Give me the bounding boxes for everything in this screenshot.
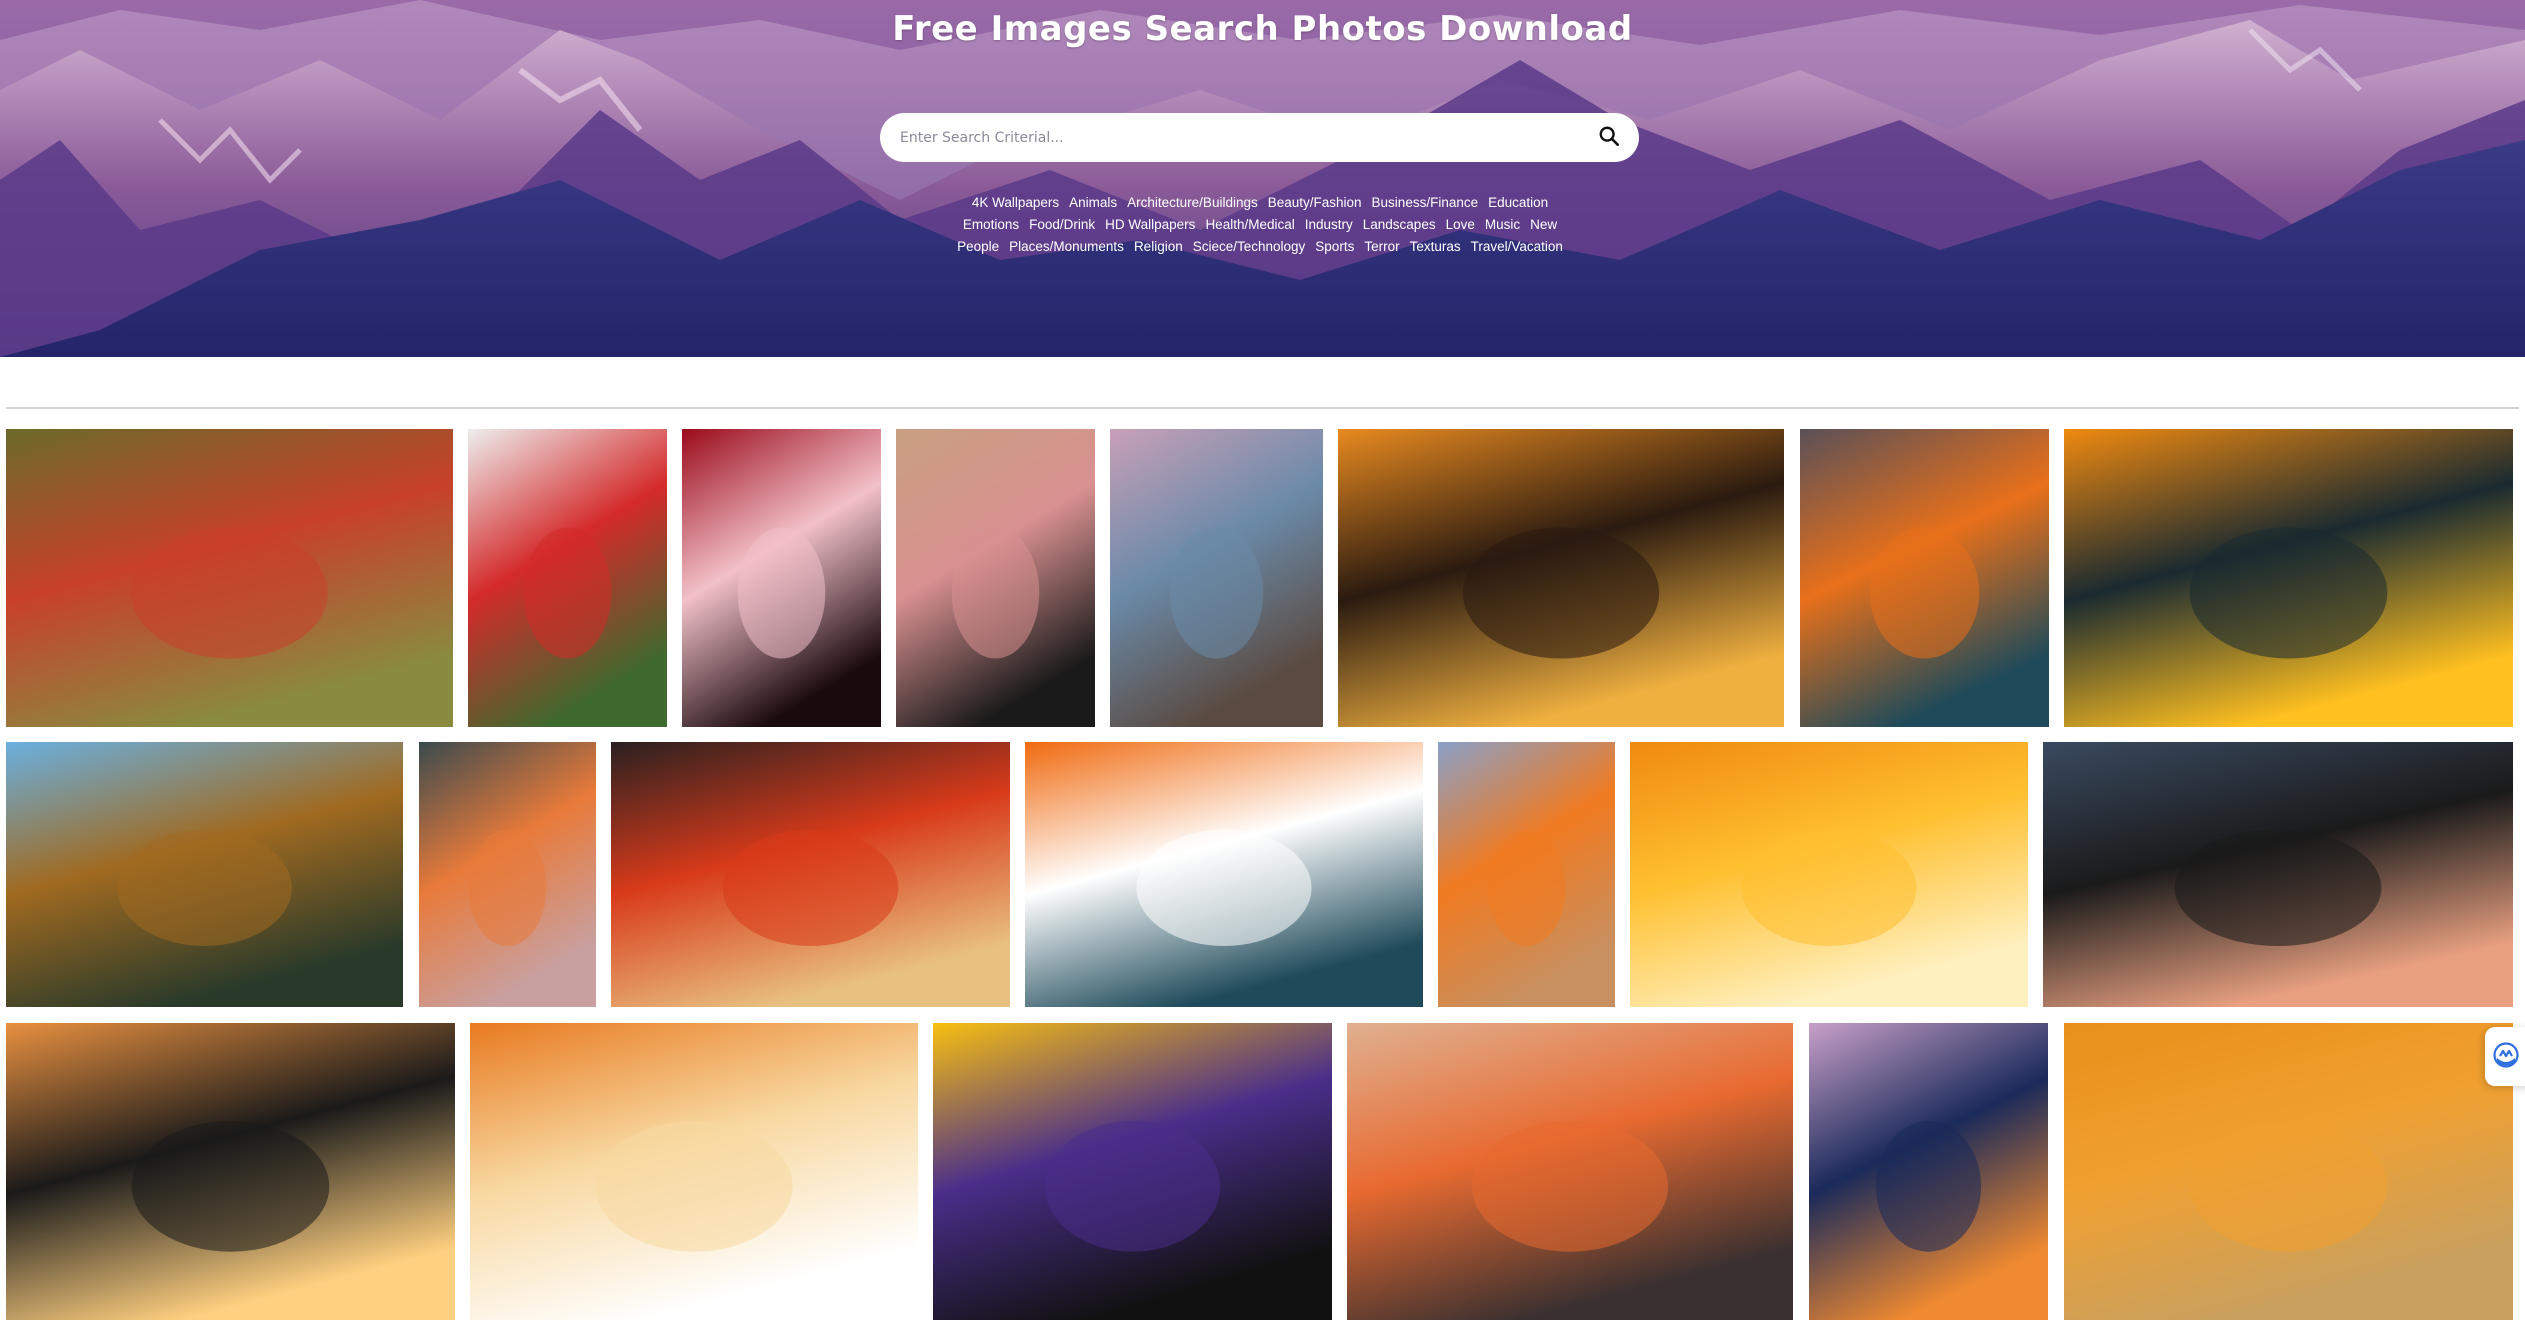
photo-thumbnail[interactable] <box>682 429 881 727</box>
category-link[interactable]: HD Wallpapers <box>1105 214 1195 236</box>
photo-image <box>1438 742 1615 1007</box>
photo-thumbnail[interactable] <box>1800 429 2049 727</box>
category-link[interactable]: Places/Monuments <box>1009 236 1124 258</box>
photo-image <box>611 742 1010 1007</box>
photo-image <box>682 429 881 727</box>
photo-thumbnail[interactable] <box>896 429 1095 727</box>
search-button[interactable] <box>1579 113 1639 162</box>
photo-image <box>1630 742 2028 1007</box>
section-divider <box>6 407 2519 409</box>
category-link[interactable]: Beauty/Fashion <box>1268 192 1362 214</box>
photo-image <box>1800 429 2049 727</box>
category-link[interactable]: Food/Drink <box>1029 214 1095 236</box>
photo-thumbnail[interactable] <box>1025 742 1423 1007</box>
photo-thumbnail[interactable] <box>1347 1023 1793 1320</box>
photo-thumbnail[interactable] <box>2064 1023 2513 1320</box>
category-link[interactable]: Travel/Vacation <box>1471 236 1563 258</box>
photo-thumbnail[interactable] <box>933 1023 1332 1320</box>
photo-image <box>2043 742 2513 1007</box>
photo-image <box>1347 1023 1793 1320</box>
photo-thumbnail[interactable] <box>6 429 453 727</box>
search-form <box>880 113 1639 162</box>
search-icon <box>1598 125 1620 150</box>
photo-thumbnail[interactable] <box>2043 742 2513 1007</box>
photo-image <box>1338 429 1784 727</box>
photo-image <box>1809 1023 2048 1320</box>
photo-image <box>419 742 596 1007</box>
photo-image <box>6 1023 455 1320</box>
photo-thumbnail[interactable] <box>1809 1023 2048 1320</box>
site-title: Free Images Search Photos Download <box>892 9 1633 49</box>
photo-image <box>470 1023 918 1320</box>
category-link[interactable]: Emotions <box>963 214 1019 236</box>
photo-thumbnail[interactable] <box>1110 429 1323 727</box>
category-link[interactable]: Industry <box>1305 214 1353 236</box>
photo-thumbnail[interactable] <box>419 742 596 1007</box>
hero-banner: Free Images Search Photos Download 4K Wa… <box>0 0 2525 357</box>
photo-image <box>6 429 453 727</box>
photo-thumbnail[interactable] <box>1438 742 1615 1007</box>
category-link[interactable]: Architecture/Buildings <box>1127 192 1258 214</box>
photo-thumbnail[interactable] <box>6 1023 455 1320</box>
photo-thumbnail[interactable] <box>470 1023 918 1320</box>
category-link[interactable]: People <box>957 236 999 258</box>
category-link[interactable]: Education <box>1488 192 1548 214</box>
photo-image <box>1110 429 1323 727</box>
category-link[interactable]: Sciece/Technology <box>1193 236 1306 258</box>
photo-image <box>2064 429 2513 727</box>
photo-image <box>896 429 1095 727</box>
photo-thumbnail[interactable] <box>1630 742 2028 1007</box>
photo-image <box>468 429 667 727</box>
translate-assistant-icon <box>2493 1041 2519 1072</box>
category-link[interactable]: Music <box>1485 214 1520 236</box>
floating-assistant-button[interactable] <box>2485 1027 2525 1086</box>
category-link[interactable]: Health/Medical <box>1205 214 1294 236</box>
photo-thumbnail[interactable] <box>6 742 403 1007</box>
photo-thumbnail[interactable] <box>1338 429 1784 727</box>
photo-image <box>6 742 403 1007</box>
photo-thumbnail[interactable] <box>2064 429 2513 727</box>
category-link[interactable]: Religion <box>1134 236 1183 258</box>
category-link[interactable]: Love <box>1446 214 1475 236</box>
category-link[interactable]: 4K Wallpapers <box>972 192 1059 214</box>
category-links: 4K Wallpapers Animals Architecture/Buildin… <box>930 192 1590 258</box>
photo-image <box>933 1023 1332 1320</box>
category-link[interactable]: Landscapes <box>1363 214 1436 236</box>
mountain-background-image <box>0 0 2525 357</box>
photo-thumbnail[interactable] <box>611 742 1010 1007</box>
photo-image <box>2064 1023 2513 1320</box>
category-link[interactable]: Business/Finance <box>1372 192 1479 214</box>
category-link[interactable]: Animals <box>1069 192 1117 214</box>
search-input[interactable] <box>880 113 1579 162</box>
category-link[interactable]: Terror <box>1364 236 1399 258</box>
category-link[interactable]: New <box>1530 214 1557 236</box>
photo-image <box>1025 742 1423 1007</box>
category-link[interactable]: Texturas <box>1410 236 1461 258</box>
category-link[interactable]: Sports <box>1315 236 1354 258</box>
photo-thumbnail[interactable] <box>468 429 667 727</box>
